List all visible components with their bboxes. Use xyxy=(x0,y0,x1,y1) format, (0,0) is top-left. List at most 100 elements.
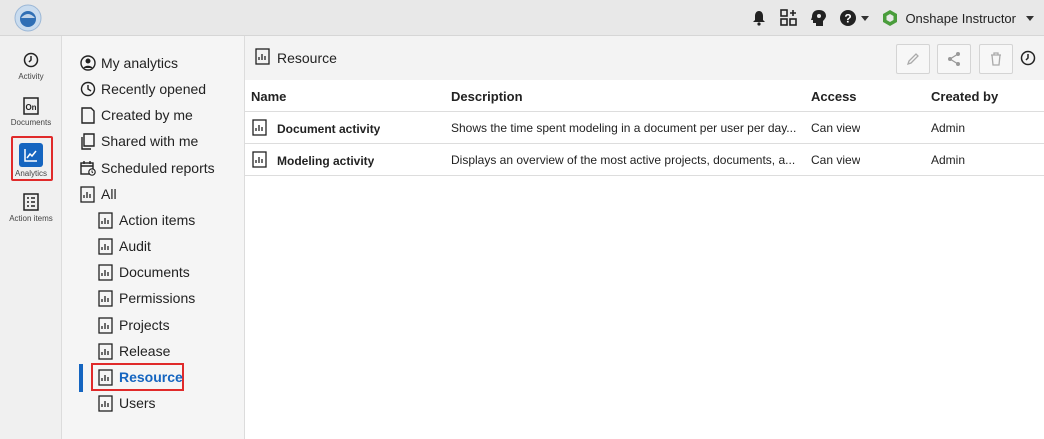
chevron-down-icon xyxy=(861,15,870,21)
row-description: Shows the time spent modeling in a docum… xyxy=(451,121,797,135)
column-header-name[interactable]: Name xyxy=(251,89,286,104)
company-hex-icon xyxy=(883,10,898,26)
clock-icon xyxy=(79,81,96,98)
svg-text:On: On xyxy=(25,103,36,112)
nav-item-label: All xyxy=(101,186,117,202)
rail-item-documents[interactable]: On Documents xyxy=(0,97,62,127)
column-header-access[interactable]: Access xyxy=(811,89,857,104)
nav-item-label: Documents xyxy=(119,264,190,280)
calendar-icon xyxy=(79,160,96,177)
nav-item-created-by-me[interactable]: Created by me xyxy=(79,103,193,127)
row-created-by: Admin xyxy=(931,121,966,135)
table-header: Name Description Access Created by xyxy=(245,80,1044,112)
rail-item-analytics[interactable]: Analytics xyxy=(0,143,62,178)
report-icon xyxy=(97,237,114,255)
nav-item-label: Users xyxy=(119,395,156,411)
rail-item-activity[interactable]: Activity xyxy=(0,51,62,81)
analytics-nav: My analytics Recently opened Created by … xyxy=(62,36,245,439)
rail-item-label: Activity xyxy=(18,72,44,81)
page-title-text: Resource xyxy=(277,50,337,66)
nav-item-label: Action items xyxy=(119,212,196,228)
row-description: Displays an overview of the most active … xyxy=(451,153,796,167)
app-store-icon[interactable] xyxy=(779,8,799,28)
delete-button[interactable] xyxy=(979,44,1013,74)
nav-subitem-action-items[interactable]: Action items xyxy=(97,208,195,232)
analytics-chart-icon xyxy=(19,143,43,167)
edit-button[interactable] xyxy=(896,44,930,74)
nav-item-label: Shared with me xyxy=(101,133,199,149)
history-clock-icon xyxy=(1020,50,1036,66)
user-menu[interactable]: Onshape Instructor xyxy=(881,9,1034,27)
row-name-cell[interactable]: Document activity xyxy=(252,119,380,139)
chevron-down-icon xyxy=(1026,15,1034,21)
share-page-icon xyxy=(79,132,96,150)
nav-subitem-release[interactable]: Release xyxy=(97,339,170,363)
rail-item-label: Documents xyxy=(10,118,52,127)
row-created-by: Admin xyxy=(931,153,966,167)
nav-subitem-resource[interactable]: Resource xyxy=(97,365,183,389)
active-nav-indicator xyxy=(79,364,83,392)
nav-item-scheduled-reports[interactable]: Scheduled reports xyxy=(79,156,215,180)
onshape-doc-icon: On xyxy=(22,97,40,115)
nav-item-label: Created by me xyxy=(101,107,193,123)
row-name: Document activity xyxy=(277,122,381,136)
table-row[interactable]: Document activity Shows the time spent m… xyxy=(245,112,1044,144)
nav-item-shared-with-me[interactable]: Shared with me xyxy=(79,129,198,153)
checklist-icon xyxy=(22,193,40,211)
rail-item-action-items[interactable]: Action items xyxy=(0,193,62,223)
nav-subitem-users[interactable]: Users xyxy=(97,391,156,415)
report-icon xyxy=(97,394,114,412)
report-icon xyxy=(97,211,114,229)
trash-icon xyxy=(991,52,1001,66)
nav-item-all[interactable]: All xyxy=(79,182,117,206)
nav-item-label: Audit xyxy=(119,238,151,254)
bell-icon[interactable] xyxy=(749,8,769,28)
report-icon xyxy=(255,48,271,68)
table-row[interactable]: Modeling activity Displays an overview o… xyxy=(245,144,1044,176)
onshape-logo[interactable] xyxy=(14,4,42,32)
share-button[interactable] xyxy=(937,44,971,74)
clock-icon xyxy=(22,51,40,69)
report-icon xyxy=(97,342,114,360)
report-icon xyxy=(97,368,114,386)
nav-subitem-audit[interactable]: Audit xyxy=(97,234,151,258)
svg-text:?: ? xyxy=(845,12,852,26)
nav-item-recently-opened[interactable]: Recently opened xyxy=(79,77,206,101)
report-icon xyxy=(79,185,96,203)
left-rail: Activity On Documents Analytics Action i… xyxy=(0,36,62,439)
share-icon xyxy=(948,52,960,66)
report-icon xyxy=(97,316,114,334)
nav-item-label: My analytics xyxy=(101,55,179,71)
nav-item-my-analytics[interactable]: My analytics xyxy=(79,51,178,75)
learning-head-icon[interactable] xyxy=(809,8,829,28)
column-header-created-by[interactable]: Created by xyxy=(931,89,998,104)
nav-subitem-permissions[interactable]: Permissions xyxy=(97,286,195,310)
row-access: Can view xyxy=(811,153,861,167)
report-icon xyxy=(97,289,114,307)
report-icon xyxy=(97,263,114,281)
report-icon xyxy=(252,151,268,171)
main-header: Resource xyxy=(245,36,1044,80)
nav-subitem-projects[interactable]: Projects xyxy=(97,313,170,337)
pencil-icon xyxy=(906,53,919,66)
report-icon xyxy=(252,119,268,139)
nav-item-label: Permissions xyxy=(119,290,196,306)
help-icon[interactable]: ? xyxy=(839,8,870,28)
row-access: Can view xyxy=(811,121,861,135)
rail-item-label: Action items xyxy=(9,214,53,223)
column-header-description[interactable]: Description xyxy=(451,89,523,104)
nav-item-label: Projects xyxy=(119,317,170,333)
page-icon xyxy=(79,106,96,124)
nav-subitem-documents[interactable]: Documents xyxy=(97,260,190,284)
history-button[interactable] xyxy=(1019,49,1037,67)
nav-item-label: Scheduled reports xyxy=(101,160,215,176)
nav-item-label: Release xyxy=(119,343,171,359)
rail-item-label: Analytics xyxy=(14,169,47,178)
top-bar: ? Onshape Instructor xyxy=(0,0,1044,36)
page-title: Resource xyxy=(255,48,337,68)
nav-item-label: Resource xyxy=(119,369,183,385)
user-name: Onshape Instructor xyxy=(905,10,1016,26)
user-circle-icon xyxy=(79,55,96,72)
main-panel: Resource Name Description Access Created… xyxy=(245,36,1044,439)
row-name-cell[interactable]: Modeling activity xyxy=(252,151,374,171)
